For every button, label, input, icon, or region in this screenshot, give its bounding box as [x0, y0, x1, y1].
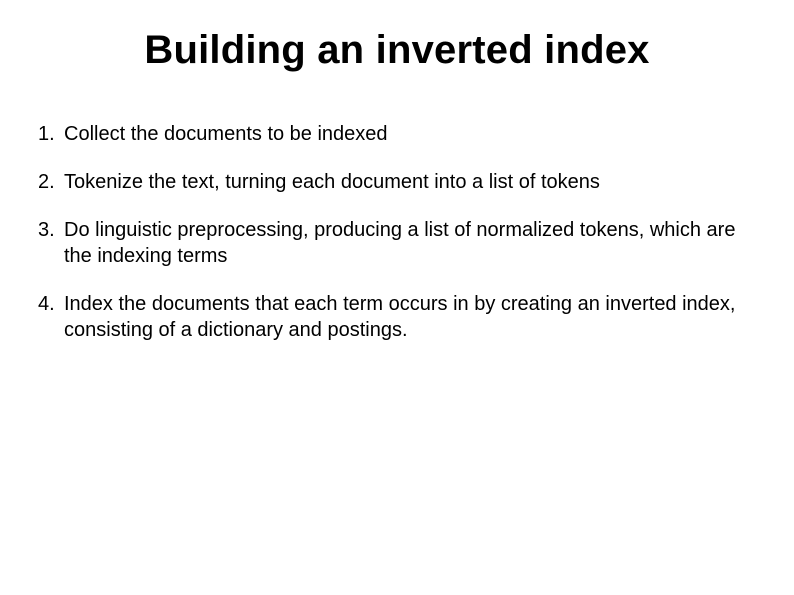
slide-title: Building an inverted index	[38, 28, 756, 73]
list-item: Collect the documents to be indexed	[38, 121, 756, 147]
list-item: Do linguistic preprocessing, producing a…	[38, 217, 756, 269]
list-item: Tokenize the text, turning each document…	[38, 169, 756, 195]
steps-list: Collect the documents to be indexed Toke…	[38, 121, 756, 343]
list-item: Index the documents that each term occur…	[38, 291, 756, 343]
slide: Building an inverted index Collect the d…	[0, 0, 794, 595]
